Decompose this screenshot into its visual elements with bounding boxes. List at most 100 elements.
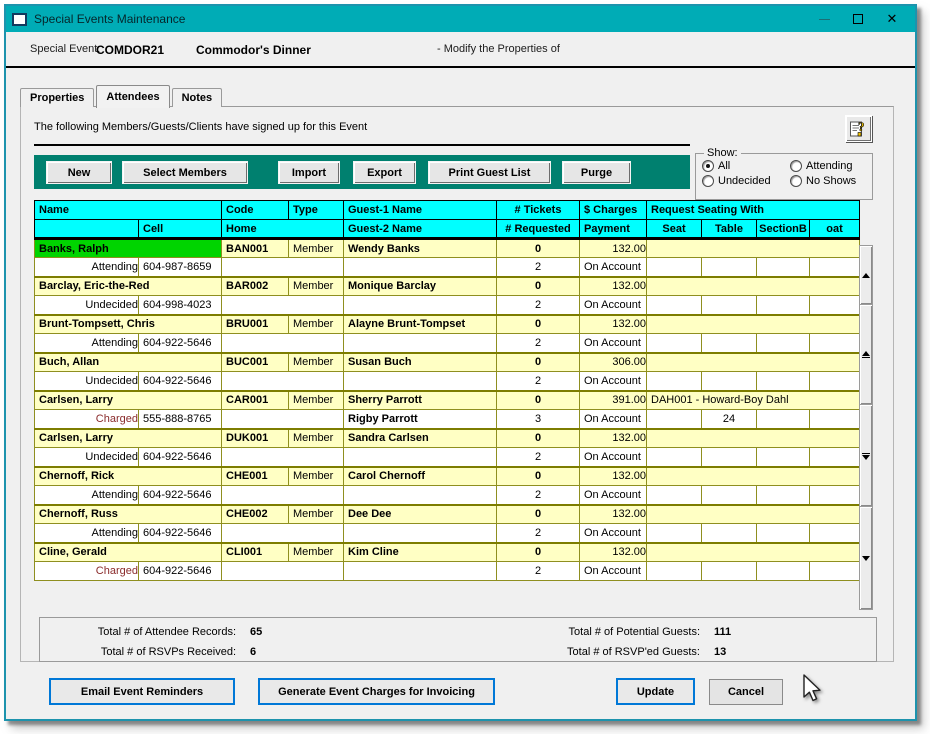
radio-all[interactable]: All (702, 160, 790, 172)
guest1-cell: Kim Cline (344, 543, 497, 562)
title-bar[interactable]: Special Events Maintenance ✕ (6, 6, 915, 32)
attendee-row-primary[interactable]: Chernoff, RickCHE001MemberCarol Chernoff… (35, 467, 860, 486)
seating-cell (647, 277, 860, 296)
attendee-row-secondary[interactable]: Attending604-922-56462On Account (35, 524, 860, 543)
print-guest-list-button[interactable]: Print Guest List (428, 161, 551, 184)
summary-value: 111 (714, 626, 731, 638)
tab-properties[interactable]: Properties (20, 88, 94, 107)
email-event-reminders-button[interactable]: Email Event Reminders (49, 678, 235, 705)
app-window-icon (12, 13, 27, 26)
radio-selected-icon (702, 160, 714, 172)
col-home[interactable]: Home (222, 220, 344, 239)
generate-event-charges-button[interactable]: Generate Event Charges for Invoicing (258, 678, 495, 705)
cell-phone-cell: 604-922-5646 (139, 334, 222, 353)
col-boat[interactable]: oat (810, 220, 860, 239)
export-button[interactable]: Export (353, 161, 416, 184)
col-guest2[interactable]: Guest-2 Name (344, 220, 497, 239)
show-filter-group: Show: AllAttendingUndecidedNo Shows (695, 147, 873, 200)
attendee-row-primary[interactable]: Barclay, Eric-the-RedBAR002MemberMonique… (35, 277, 860, 296)
grid-scrollbar[interactable] (859, 245, 873, 610)
col-guest1[interactable]: Guest-1 Name (344, 201, 497, 220)
tickets-cell: 0 (497, 391, 580, 410)
boat-cell (810, 448, 860, 467)
seat-cell (647, 372, 702, 391)
attendee-row-primary[interactable]: Brunt-Tompsett, ChrisBRU001MemberAlayne … (35, 315, 860, 334)
col-requested[interactable]: # Requested (497, 220, 580, 239)
tickets-cell: 0 (497, 353, 580, 372)
attendee-row-secondary[interactable]: Attending604-922-56462On Account (35, 334, 860, 353)
attendee-row-primary[interactable]: Banks, RalphBAN001MemberWendy Banks0132.… (35, 239, 860, 258)
cell-phone-cell: 604-998-4023 (139, 296, 222, 315)
radio-no-shows[interactable]: No Shows (790, 175, 868, 187)
tickets-cell: 0 (497, 277, 580, 296)
scroll-down-button[interactable] (859, 507, 873, 610)
col-section[interactable]: SectionB (757, 220, 810, 239)
radio-undecided[interactable]: Undecided (702, 175, 790, 187)
tab-bar: Properties Attendees Notes (20, 84, 224, 107)
payment-cell: On Account (580, 486, 647, 505)
col-charges[interactable]: $ Charges (580, 201, 647, 220)
col-payment[interactable]: Payment (580, 220, 647, 239)
purge-button[interactable]: Purge (562, 161, 631, 184)
home-cell (222, 562, 344, 581)
col-code[interactable]: Code (222, 201, 289, 220)
event-header: Special Event: COMDOR21 Commodor's Dinne… (6, 32, 915, 66)
attendee-row-secondary[interactable]: Charged555-888-8765Rigby Parrott3On Acco… (35, 410, 860, 429)
table-cell (702, 486, 757, 505)
guest2-cell (344, 372, 497, 391)
new-button[interactable]: New (46, 161, 112, 184)
guest2-cell (344, 334, 497, 353)
scroll-page-down-button[interactable] (859, 405, 873, 507)
col-name[interactable]: Name (35, 201, 222, 220)
import-button[interactable]: Import (278, 161, 340, 184)
attendee-row-secondary[interactable]: Attending604-922-56462On Account (35, 486, 860, 505)
section-cell (757, 448, 810, 467)
select-members-button[interactable]: Select Members (122, 161, 248, 184)
col-tickets[interactable]: # Tickets (497, 201, 580, 220)
payment-cell: On Account (580, 410, 647, 429)
tab-attendees[interactable]: Attendees (96, 85, 169, 108)
close-icon[interactable]: ✕ (875, 7, 909, 31)
col-seating[interactable]: Request Seating With (647, 201, 860, 220)
section-cell (757, 486, 810, 505)
cell-phone-cell: 604-922-5646 (139, 486, 222, 505)
type-cell: Member (289, 239, 344, 258)
guest1-cell: Wendy Banks (344, 239, 497, 258)
attendee-row-primary[interactable]: Buch, AllanBUC001MemberSusan Buch0306.00 (35, 353, 860, 372)
event-code: COMDOR21 (96, 43, 164, 57)
name-cell: Banks, Ralph (35, 239, 222, 258)
radio-attending[interactable]: Attending (790, 160, 868, 172)
minimize-icon[interactable] (807, 7, 841, 31)
update-button[interactable]: Update (616, 678, 695, 705)
attendee-row-secondary[interactable]: Charged604-922-56462On Account (35, 562, 860, 581)
attendee-row-secondary[interactable]: Undecided604-922-56462On Account (35, 372, 860, 391)
home-cell (222, 448, 344, 467)
scroll-page-up-button[interactable] (859, 305, 873, 405)
guest2-cell (344, 258, 497, 277)
attendee-row-primary[interactable]: Carlsen, LarryDUK001MemberSandra Carlsen… (35, 429, 860, 448)
show-filter-label: Show: (704, 147, 741, 159)
cancel-button[interactable]: Cancel (709, 679, 783, 705)
col-table[interactable]: Table (702, 220, 757, 239)
home-cell (222, 486, 344, 505)
name-cell: Brunt-Tompsett, Chris (35, 315, 222, 334)
boat-cell (810, 334, 860, 353)
guest1-cell: Alayne Brunt-Tompset (344, 315, 497, 334)
scroll-up-button[interactable] (859, 245, 873, 305)
type-cell: Member (289, 391, 344, 410)
status-cell: Charged (35, 410, 139, 429)
status-cell: Attending (35, 258, 139, 277)
col-seat[interactable]: Seat (647, 220, 702, 239)
attendee-row-primary[interactable]: Cline, GeraldCLI001MemberKim Cline0132.0… (35, 543, 860, 562)
attendee-row-secondary[interactable]: Undecided604-922-56462On Account (35, 448, 860, 467)
col-type[interactable]: Type (289, 201, 344, 220)
help-button[interactable]: ? (845, 115, 872, 142)
home-cell (222, 296, 344, 315)
tab-notes[interactable]: Notes (172, 88, 223, 107)
attendee-row-secondary[interactable]: Undecided604-998-40232On Account (35, 296, 860, 315)
attendee-row-primary[interactable]: Chernoff, RussCHE002MemberDee Dee0132.00 (35, 505, 860, 524)
attendee-row-secondary[interactable]: Attending604-987-86592On Account (35, 258, 860, 277)
attendee-row-primary[interactable]: Carlsen, LarryCAR001MemberSherry Parrott… (35, 391, 860, 410)
maximize-icon[interactable] (841, 7, 875, 31)
col-cell[interactable]: Cell (139, 220, 222, 239)
